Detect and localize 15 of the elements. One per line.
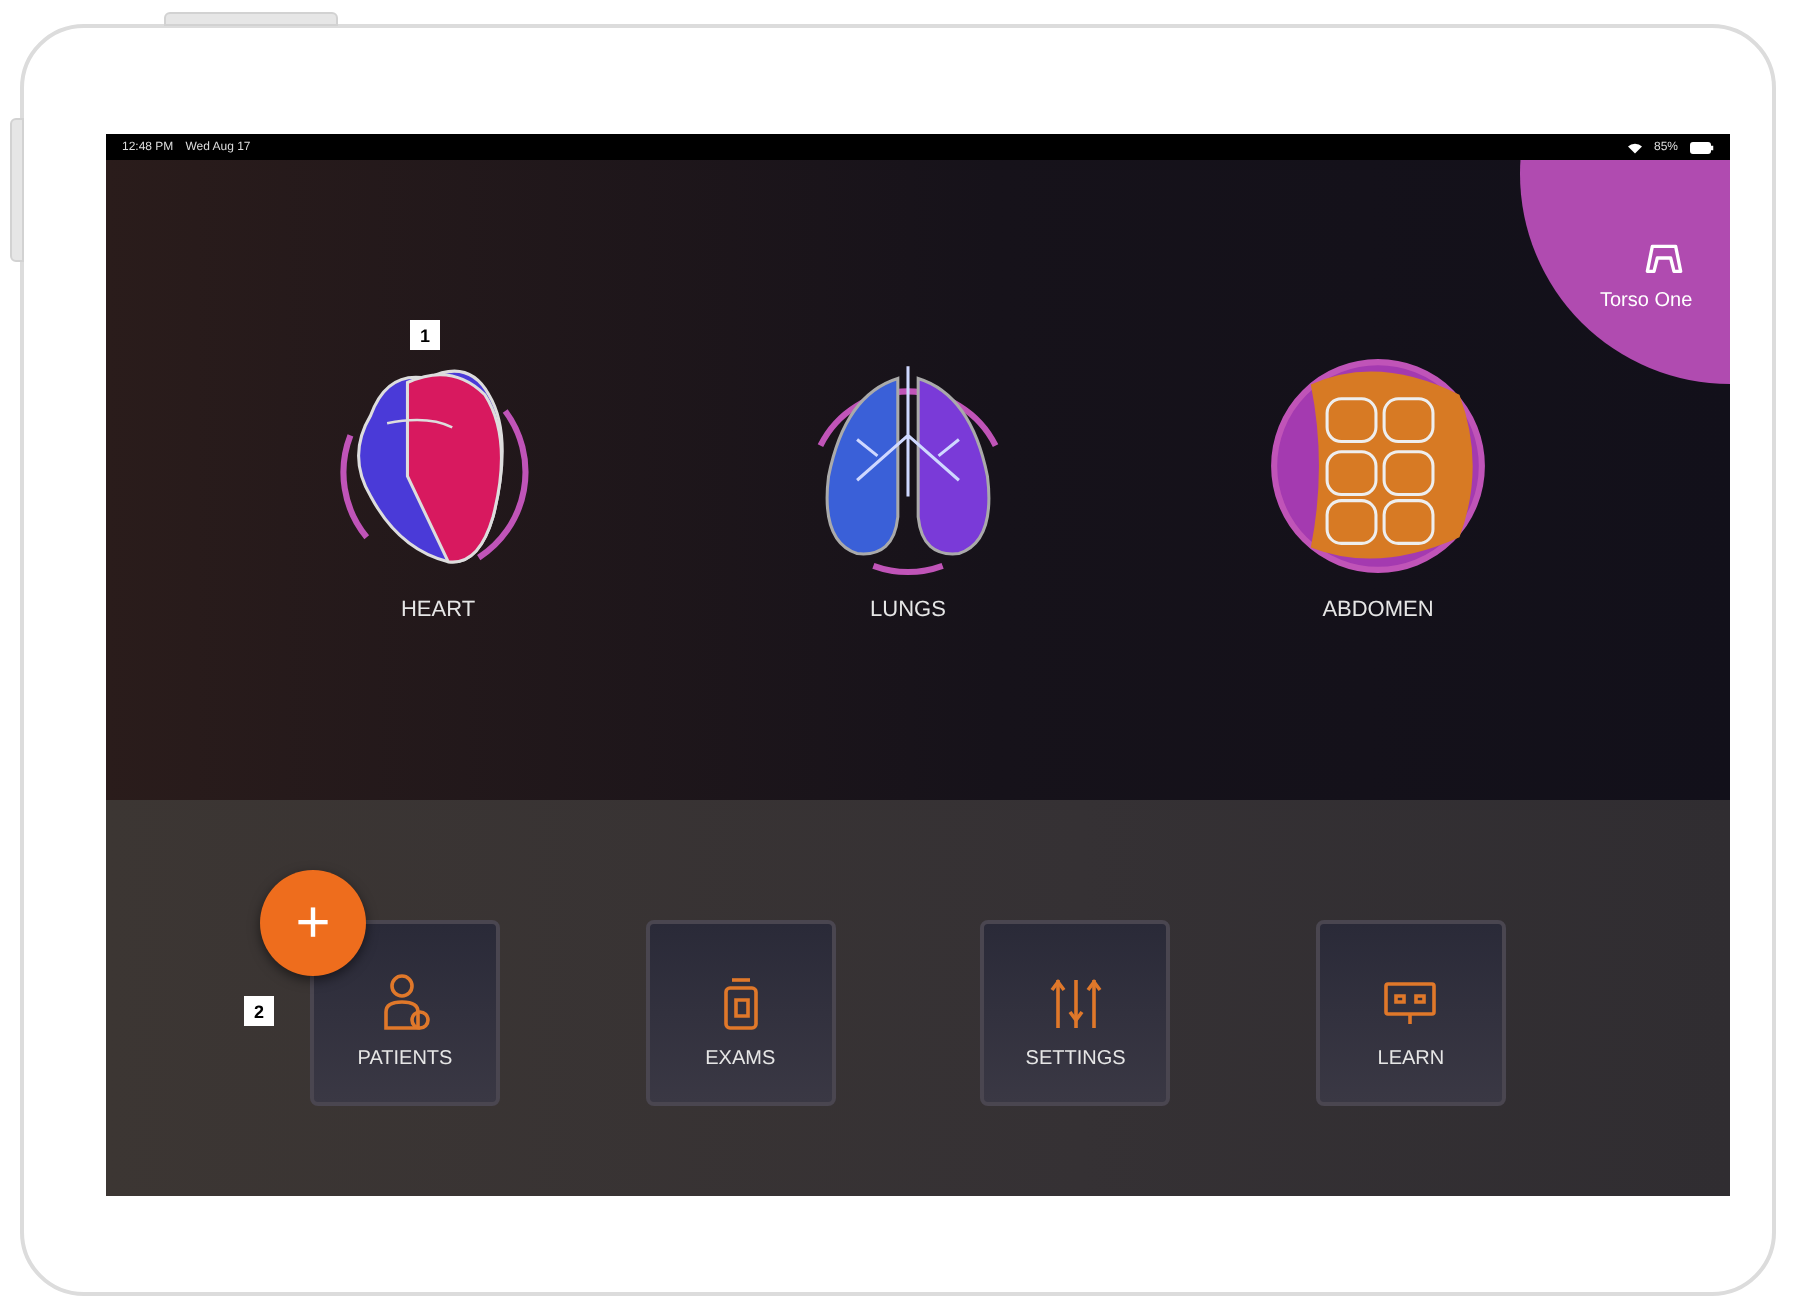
abdomen-icon <box>1266 354 1490 578</box>
nav-button[interactable]: LEARN <box>1315 920 1506 1106</box>
nav-button[interactable]: EXAMS <box>645 920 836 1106</box>
organ-label: HEART <box>400 598 476 622</box>
callout-number: 1 <box>410 320 440 350</box>
organ-tile[interactable]: LUNGS <box>796 354 1020 634</box>
callout-number: 2 <box>244 996 274 1026</box>
battery-icon <box>1690 141 1714 153</box>
organ-label: LUNGS <box>870 598 946 622</box>
nav-button[interactable]: SETTINGS <box>980 920 1171 1106</box>
organ-label: ABDOMEN <box>1322 598 1434 622</box>
organ-tile[interactable]: HEART <box>326 354 550 634</box>
organ-tile[interactable]: ABDOMEN <box>1266 354 1490 634</box>
torso-one-button[interactable]: Torso One <box>1520 160 1730 384</box>
wifi-icon <box>1627 141 1642 153</box>
